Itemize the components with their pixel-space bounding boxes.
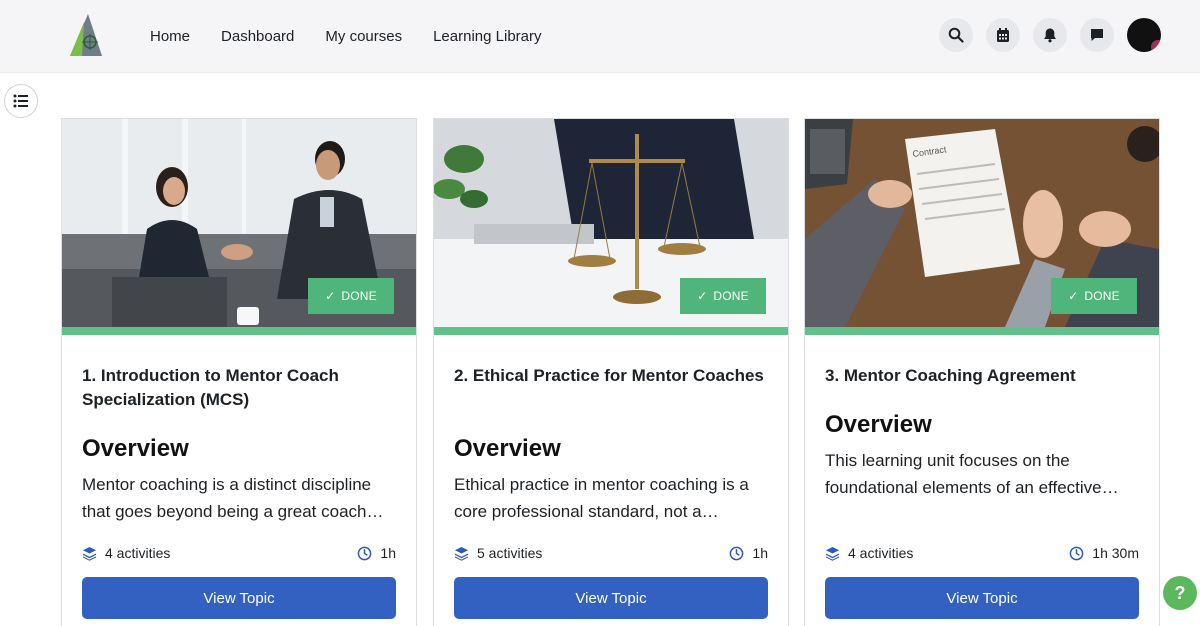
duration: 1h — [752, 545, 768, 561]
user-avatar[interactable] — [1127, 18, 1161, 52]
activity-count: 4 activities — [105, 545, 171, 561]
topic-title[interactable]: 2. Ethical Practice for Mentor Coaches — [454, 364, 769, 388]
check-icon: ✓ — [1068, 289, 1079, 303]
search-icon — [948, 27, 964, 43]
layers-icon — [82, 546, 97, 561]
navbar-actions — [939, 18, 1161, 52]
bell-icon — [1044, 28, 1056, 43]
topic-card: Contract ✓ DONE 3. Mentor Coaching Agree… — [804, 118, 1160, 626]
list-icon — [13, 94, 28, 108]
nav-home[interactable]: Home — [150, 28, 190, 45]
calendar-button[interactable] — [986, 18, 1020, 52]
clock-icon — [358, 546, 372, 560]
topic-description: Mentor coaching is a distinct discipline… — [82, 475, 384, 521]
duration: 1h — [380, 545, 396, 561]
status-badge: ✓ DONE — [1051, 278, 1137, 314]
activity-count: 5 activities — [477, 545, 543, 561]
topic-meta: 4 activities 1h — [82, 543, 396, 563]
messages-button[interactable] — [1080, 18, 1114, 52]
primary-navigation: Home Dashboard My courses Learning Libra… — [150, 0, 573, 73]
calendar-icon — [997, 28, 1009, 42]
overview-heading: Overview — [825, 411, 932, 438]
topic-card: ✓ DONE 1. Introduction to Mentor Coach S… — [61, 118, 417, 626]
view-topic-button[interactable]: View Topic — [825, 577, 1139, 619]
status-badge: ✓ DONE — [308, 278, 394, 314]
nav-learning-library[interactable]: Learning Library — [433, 28, 541, 45]
progress-bar — [805, 327, 1159, 335]
overview-heading: Overview — [454, 435, 561, 462]
notifications-button[interactable] — [1033, 18, 1067, 52]
activity-count: 4 activities — [848, 545, 914, 561]
clock-icon — [1069, 546, 1084, 560]
view-topic-button[interactable]: View Topic — [82, 577, 396, 619]
topic-description: Ethical practice in mentor coaching is a… — [454, 475, 749, 521]
progress-bar — [62, 327, 416, 335]
nav-dashboard[interactable]: Dashboard — [221, 28, 294, 45]
course-index-toggle[interactable] — [4, 84, 38, 118]
duration: 1h 30m — [1092, 545, 1139, 561]
site-logo[interactable] — [66, 12, 104, 58]
layers-icon — [825, 546, 840, 561]
topic-meta: 5 activities 1h — [454, 543, 768, 563]
progress-bar — [434, 327, 788, 335]
topic-title[interactable]: 3. Mentor Coaching Agreement — [825, 364, 1140, 388]
status-badge: ✓ DONE — [680, 278, 766, 314]
search-button[interactable] — [939, 18, 973, 52]
view-topic-button[interactable]: View Topic — [454, 577, 768, 619]
overview-heading: Overview — [82, 435, 189, 462]
check-icon: ✓ — [697, 289, 708, 303]
check-icon: ✓ — [325, 289, 336, 303]
nav-my-courses[interactable]: My courses — [325, 28, 402, 45]
topic-meta: 4 activities 1h 30m — [825, 543, 1139, 563]
clock-icon — [730, 546, 744, 560]
topic-title[interactable]: 1. Introduction to Mentor Coach Speciali… — [82, 364, 397, 412]
topic-description: This learning unit focuses on the founda… — [825, 451, 1119, 497]
help-button[interactable]: ? — [1163, 576, 1197, 610]
layers-icon — [454, 546, 469, 561]
topic-card: ✓ DONE 2. Ethical Practice for Mentor Co… — [433, 118, 789, 626]
top-navbar: Home Dashboard My courses Learning Libra… — [0, 0, 1200, 73]
chat-icon — [1091, 29, 1103, 41]
